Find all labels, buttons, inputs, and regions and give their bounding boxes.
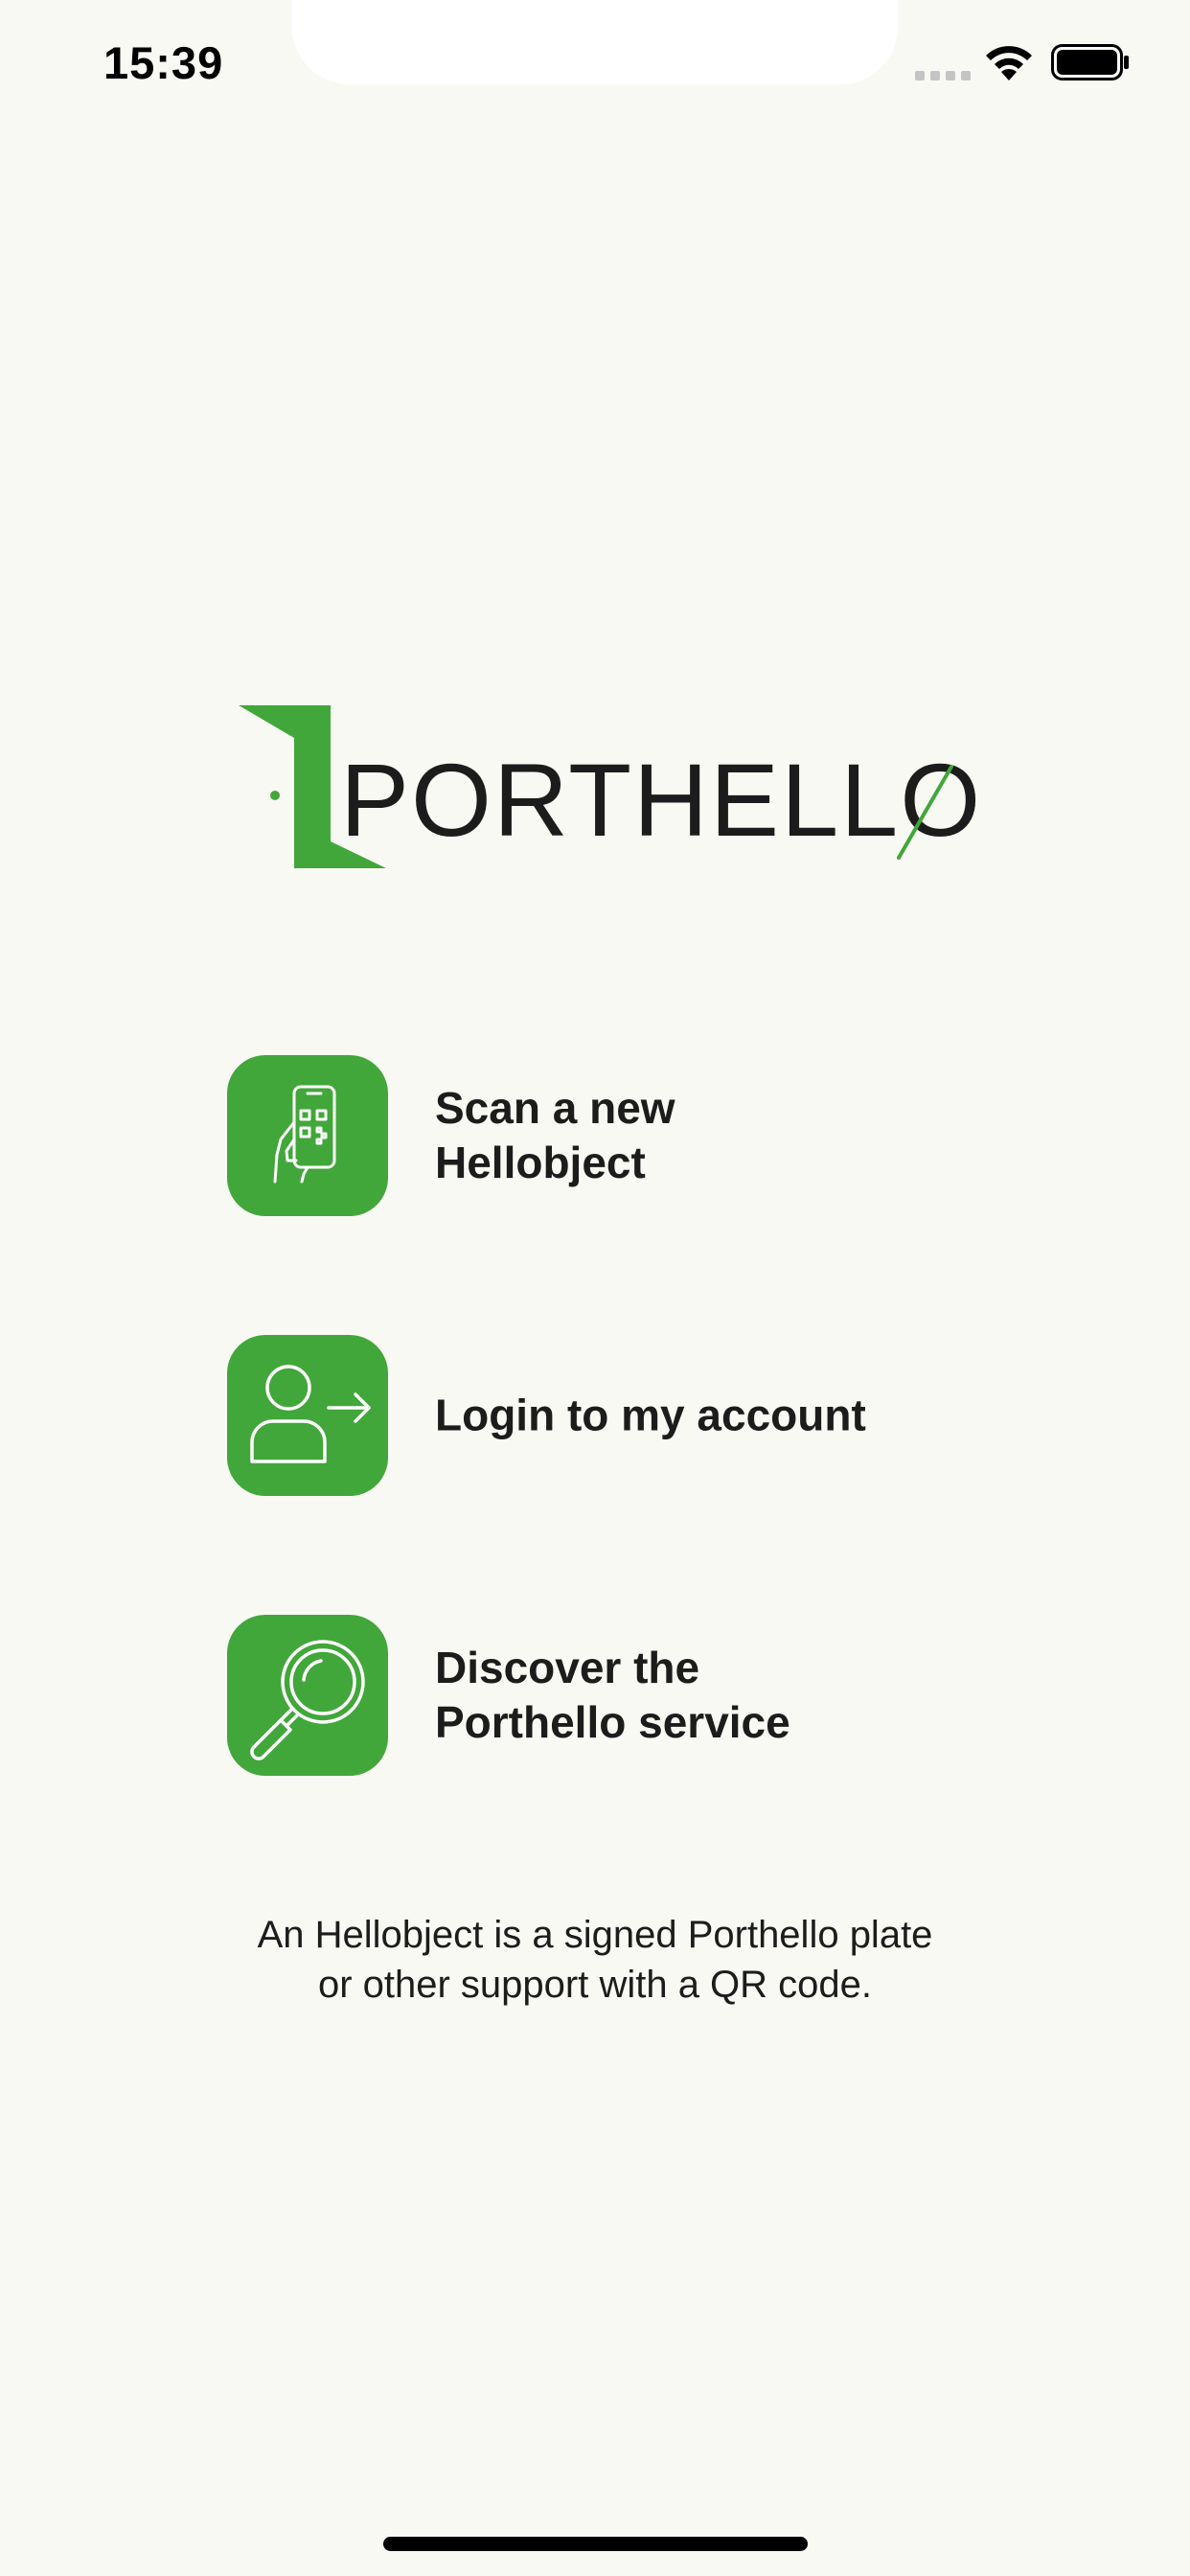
hellobject-explanation: An Hellobject is a signed Porthello plat… [0, 1910, 1190, 2010]
footnote-line-2: or other support with a QR code. [317, 1964, 873, 2006]
logo-slash-accent [897, 765, 953, 860]
discover-label-line-2: Porthello service [435, 1697, 790, 1747]
welcome-screen: 15:39 PORTHELLO Scan a new Hellobject Lo… [0, 0, 1190, 2576]
user-login-arrow-icon [250, 1365, 371, 1463]
discover-tile [227, 1615, 388, 1776]
home-indicator[interactable] [383, 2537, 808, 2551]
login-label-line-1: Login to my account [435, 1390, 866, 1440]
cellular-signal-icon [915, 71, 971, 80]
magnifier-icon [250, 1640, 365, 1760]
scan-label-line-1: Scan a new [435, 1083, 675, 1133]
login-label: Login to my account [435, 1389, 866, 1443]
login-tile [227, 1335, 388, 1496]
device-notch [292, 0, 898, 84]
wifi-icon [986, 46, 1032, 80]
discover-label-line-1: Discover the [435, 1643, 700, 1692]
phone-qr-scan-icon [273, 1085, 336, 1184]
discover-label: Discover the Porthello service [435, 1641, 790, 1750]
footnote-line-1: An Hellobject is a signed Porthello plat… [257, 1914, 933, 1956]
discover-service-button[interactable]: Discover the Porthello service [227, 1615, 974, 1776]
scan-label-line-2: Hellobject [435, 1138, 646, 1187]
login-account-button[interactable]: Login to my account [227, 1335, 974, 1496]
scan-label: Scan a new Hellobject [435, 1081, 675, 1190]
status-time: 15:39 [103, 37, 224, 88]
scan-tile [227, 1055, 388, 1216]
battery-icon [1051, 44, 1129, 80]
brand-wordmark: PORTHELLO [340, 742, 983, 858]
scan-hellobject-button[interactable]: Scan a new Hellobject [227, 1055, 974, 1216]
